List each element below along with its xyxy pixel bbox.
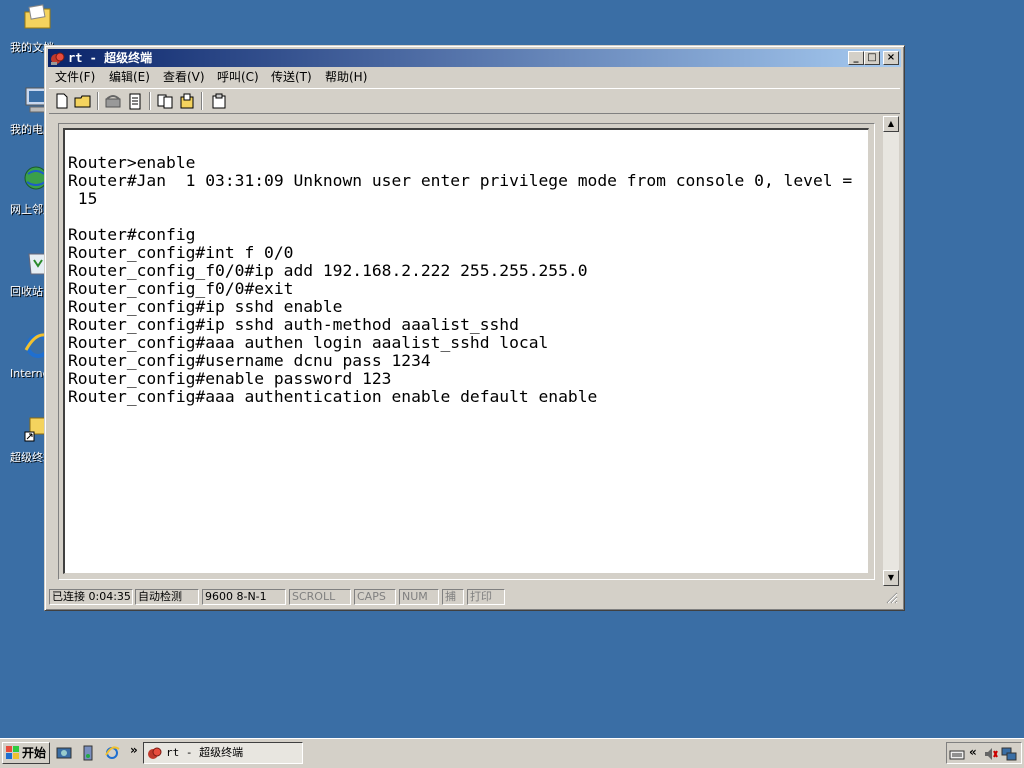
properties-icon[interactable]	[209, 91, 229, 111]
terminal-line: Router_config#username dcnu pass 1234	[68, 351, 431, 370]
system-tray: «	[946, 742, 1022, 764]
terminal-line: Router_config#aaa authentication enable …	[68, 387, 598, 406]
menu-help[interactable]: 帮助(H)	[325, 69, 367, 85]
toolbar	[49, 88, 900, 114]
status-connected: 已连接 0:04:35	[49, 589, 133, 605]
open-icon[interactable]	[73, 91, 93, 111]
status-caps: CAPS	[354, 589, 396, 605]
terminal-line: Router>enable	[68, 153, 196, 172]
terminal-line: Router_config#ip sshd enable	[68, 297, 343, 316]
menu-view[interactable]: 查看(V)	[163, 69, 205, 85]
volume-icon[interactable]	[983, 746, 999, 762]
start-button[interactable]: 开始	[2, 742, 50, 764]
vertical-scrollbar[interactable]: ▲ ▼	[883, 116, 899, 586]
taskbar-item-hyperterminal[interactable]: rt - 超级终端	[143, 742, 303, 764]
network-icon[interactable]	[1001, 746, 1017, 762]
hyperterminal-window: rt - 超级终端 _ □ × 文件(F) 编辑(E) 查看(V) 呼叫(C) …	[44, 45, 905, 611]
scroll-up-button[interactable]: ▲	[883, 116, 899, 132]
status-capture: 捕	[442, 589, 464, 605]
receive-file-icon[interactable]	[177, 91, 197, 111]
terminal-line: 15	[68, 189, 98, 208]
terminal-line: Router_config_f0/0#exit	[68, 279, 294, 298]
status-num: NUM	[399, 589, 439, 605]
keyboard-icon[interactable]	[949, 746, 965, 762]
minimize-button[interactable]: _	[848, 51, 864, 65]
toolbar-separator	[201, 92, 203, 110]
show-desktop-icon[interactable]	[56, 745, 72, 761]
folder-documents-icon	[24, 4, 51, 29]
menu-bar: 文件(F) 编辑(E) 查看(V) 呼叫(C) 传送(T) 帮助(H)	[49, 68, 900, 86]
status-scroll: SCROLL	[289, 589, 351, 605]
terminal-line: Router_config_f0/0#ip add 192.168.2.222 …	[68, 261, 588, 280]
windows-flag-icon	[6, 746, 19, 759]
menu-transfer[interactable]: 传送(T)	[271, 69, 312, 85]
terminal-screen[interactable]: Router>enable Router#Jan 1 03:31:09 Unkn…	[63, 128, 869, 574]
new-icon[interactable]	[52, 91, 72, 111]
terminal-line: Router_config#aaa authen login aaalist_s…	[68, 333, 549, 352]
terminal-line: Router#Jan 1 03:31:09 Unknown user enter…	[68, 171, 853, 190]
menu-edit[interactable]: 编辑(E)	[109, 69, 150, 85]
server-manager-icon[interactable]	[80, 745, 96, 761]
window-title: rt - 超级终端	[68, 51, 153, 65]
window-titlebar[interactable]: rt - 超级终端 _ □ ×	[48, 49, 901, 67]
maximize-button[interactable]: □	[864, 51, 880, 65]
taskbar: 开始 » rt - 超级终端 «	[0, 738, 1024, 768]
menu-call[interactable]: 呼叫(C)	[217, 69, 259, 85]
quicklaunch-chevron[interactable]: »	[130, 743, 138, 757]
connect-phone-icon[interactable]	[125, 91, 145, 111]
taskbar-item-label: rt - 超级终端	[166, 746, 244, 759]
terminal-frame: Router>enable Router#Jan 1 03:31:09 Unkn…	[58, 123, 875, 580]
status-bar: 已连接 0:04:35 自动检测 9600 8-N-1 SCROLL CAPS …	[49, 588, 900, 606]
terminal-line: Router_config#ip sshd auth-method aaalis…	[68, 315, 519, 334]
menu-file[interactable]: 文件(F)	[55, 69, 95, 85]
resize-grip-icon[interactable]	[886, 592, 898, 604]
terminal-line: Router_config#enable password 123	[68, 369, 392, 388]
terminal-line: Router_config#int f 0/0	[68, 243, 294, 262]
status-autodetect: 自动检测	[135, 589, 199, 605]
hyperterminal-app-icon	[148, 747, 162, 759]
disconnect-phone-icon[interactable]	[103, 91, 123, 111]
start-label: 开始	[22, 746, 47, 760]
status-print: 打印	[467, 589, 505, 605]
terminal-output: Router>enable Router#Jan 1 03:31:09 Unkn…	[68, 154, 852, 406]
tray-chevron[interactable]: «	[969, 745, 977, 759]
close-button[interactable]: ×	[883, 51, 899, 65]
ie-icon[interactable]	[104, 745, 120, 761]
toolbar-separator	[149, 92, 151, 110]
status-port-params: 9600 8-N-1	[202, 589, 286, 605]
scroll-down-button[interactable]: ▼	[883, 570, 899, 586]
hyperterminal-app-icon[interactable]	[50, 50, 66, 66]
send-file-icon[interactable]	[155, 91, 175, 111]
toolbar-separator	[97, 92, 99, 110]
terminal-line: Router#config	[68, 225, 196, 244]
